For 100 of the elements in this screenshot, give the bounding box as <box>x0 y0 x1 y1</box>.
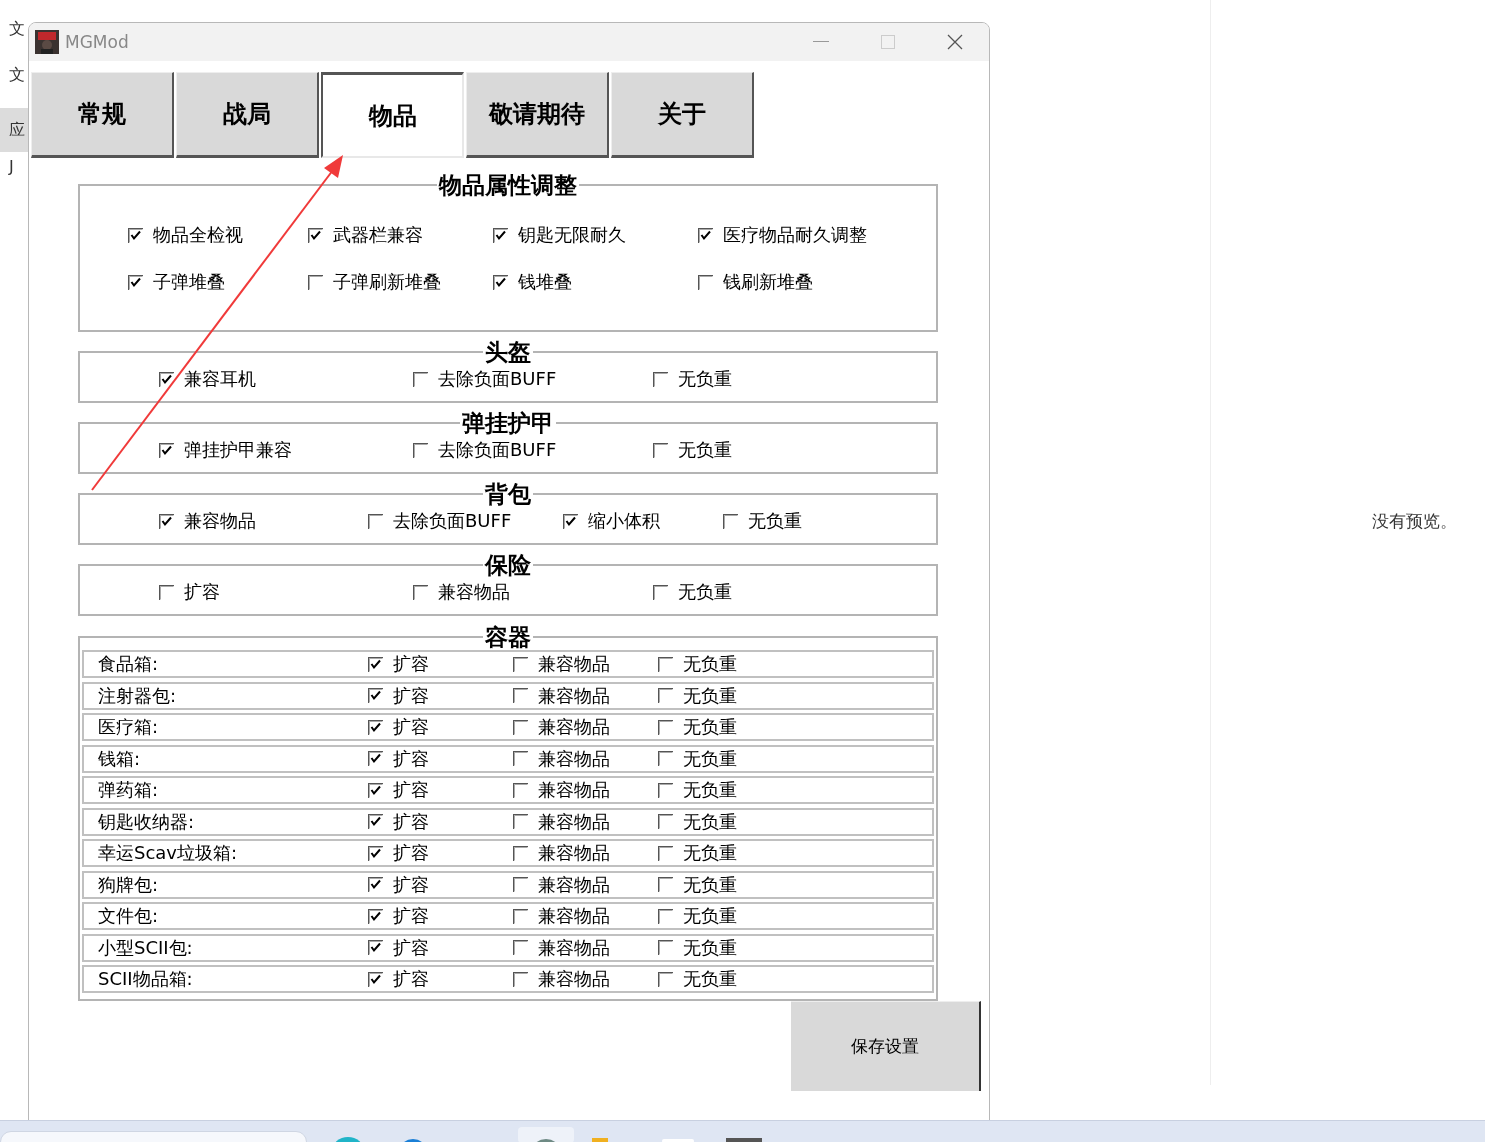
checkbox[interactable] <box>368 751 383 766</box>
sidebar-item[interactable]: 文 <box>0 14 28 60</box>
checkbox-label: 兼容物品 <box>538 935 610 960</box>
checkbox-label: 扩容 <box>393 652 429 676</box>
checkbox-label: 扩容 <box>393 683 429 708</box>
checkbox[interactable] <box>128 227 143 243</box>
checkbox[interactable] <box>563 513 578 529</box>
checkbox[interactable] <box>653 371 668 387</box>
checkbox-label: 扩容 <box>393 904 429 928</box>
checkbox[interactable] <box>658 782 673 798</box>
checkbox-label: 兼容物品 <box>538 683 610 708</box>
checkbox-label: 医疗物品耐久调整 <box>723 223 867 247</box>
save-button[interactable]: 保存设置 <box>791 1000 981 1091</box>
checkbox[interactable] <box>513 971 528 987</box>
checkbox[interactable] <box>413 442 428 458</box>
tab[interactable]: 关于 <box>611 72 754 158</box>
checkbox-label: 去除负面BUFF <box>438 438 557 462</box>
checkbox-label: 无负重 <box>683 746 737 771</box>
checkbox[interactable] <box>368 513 383 529</box>
checkbox-label: 扩容 <box>393 967 429 991</box>
checkbox[interactable] <box>368 782 383 798</box>
checkbox[interactable] <box>368 656 383 672</box>
checkbox[interactable] <box>368 971 383 987</box>
checkbox[interactable] <box>513 719 528 735</box>
checkbox[interactable] <box>658 971 673 987</box>
checkbox[interactable] <box>513 782 528 798</box>
checkbox[interactable] <box>159 584 174 600</box>
checkbox-label: 无负重 <box>678 367 732 391</box>
checkbox[interactable] <box>658 688 673 703</box>
tab[interactable]: 物品 <box>321 72 464 158</box>
checkbox[interactable] <box>513 814 528 829</box>
checkbox-label: 兼容物品 <box>184 509 256 533</box>
checkbox[interactable] <box>658 845 673 861</box>
checkbox[interactable] <box>698 274 713 290</box>
checkbox-label: 兼容物品 <box>538 746 610 771</box>
checkbox-label: 无负重 <box>748 509 802 533</box>
checkbox[interactable] <box>308 227 323 243</box>
checkbox-label: 兼容物品 <box>538 652 610 676</box>
checkbox[interactable] <box>493 274 508 290</box>
checkbox-label: 兼容耳机 <box>184 367 256 391</box>
checkbox[interactable] <box>513 877 528 892</box>
container-label: 钥匙收纳器: <box>98 809 196 834</box>
checkbox[interactable] <box>159 371 174 387</box>
checkbox[interactable] <box>368 688 383 703</box>
group-title: 头盔 <box>484 339 532 365</box>
minimize-icon[interactable] <box>813 41 829 43</box>
checkbox[interactable] <box>658 656 673 672</box>
close-icon[interactable] <box>947 34 963 50</box>
checkbox[interactable] <box>159 513 174 529</box>
checkbox[interactable] <box>653 584 668 600</box>
checkbox-label: 子弹堆叠 <box>153 270 225 294</box>
checkbox[interactable] <box>658 751 673 766</box>
checkbox[interactable] <box>513 656 528 672</box>
checkbox-label: 兼容物品 <box>538 841 610 865</box>
checkbox[interactable] <box>658 814 673 829</box>
checkbox[interactable] <box>513 940 528 955</box>
checkbox-label: 兼容物品 <box>538 715 610 739</box>
checkbox[interactable] <box>368 845 383 861</box>
checkbox[interactable] <box>513 908 528 924</box>
checkbox-label: 无负重 <box>683 778 737 802</box>
checkbox-label: 无负重 <box>683 715 737 739</box>
checkbox-label: 无负重 <box>683 841 737 865</box>
checkbox[interactable] <box>368 877 383 892</box>
checkbox[interactable] <box>128 274 143 290</box>
checkbox[interactable] <box>513 688 528 703</box>
container-label: 小型SCII包: <box>98 935 194 960</box>
checkbox[interactable] <box>658 877 673 892</box>
container-label: 医疗箱: <box>98 715 160 739</box>
checkbox[interactable] <box>493 227 508 243</box>
checkbox[interactable] <box>658 908 673 924</box>
checkbox[interactable] <box>513 751 528 766</box>
checkbox-label: 扩容 <box>393 778 429 802</box>
taskbar-item[interactable] <box>518 1127 574 1142</box>
preview-message: 没有预览。 <box>1372 510 1457 533</box>
sidebar-item[interactable]: 应 <box>0 108 28 152</box>
checkbox-label: 无负重 <box>678 580 732 604</box>
checkbox[interactable] <box>308 274 323 290</box>
checkbox[interactable] <box>368 940 383 955</box>
container-label: 食品箱: <box>98 652 160 676</box>
tab[interactable]: 常规 <box>31 72 174 158</box>
container-label: SCII物品箱: <box>98 967 194 991</box>
checkbox[interactable] <box>658 719 673 735</box>
sidebar-item[interactable]: 文 <box>0 60 28 106</box>
checkbox-label: 扩容 <box>184 580 220 604</box>
checkbox-label: 扩容 <box>393 841 429 865</box>
tab[interactable]: 敬请期待 <box>466 72 609 158</box>
checkbox[interactable] <box>723 513 738 529</box>
tab[interactable]: 战局 <box>176 72 319 158</box>
checkbox[interactable] <box>413 584 428 600</box>
checkbox[interactable] <box>658 940 673 955</box>
checkbox[interactable] <box>698 227 713 243</box>
checkbox[interactable] <box>413 371 428 387</box>
checkbox[interactable] <box>159 442 174 458</box>
checkbox[interactable] <box>368 908 383 924</box>
checkbox[interactable] <box>368 814 383 829</box>
sidebar-item[interactable]: J <box>0 152 28 198</box>
checkbox[interactable] <box>653 442 668 458</box>
checkbox[interactable] <box>513 845 528 861</box>
checkbox[interactable] <box>368 719 383 735</box>
group-title: 物品属性调整 <box>437 172 578 198</box>
